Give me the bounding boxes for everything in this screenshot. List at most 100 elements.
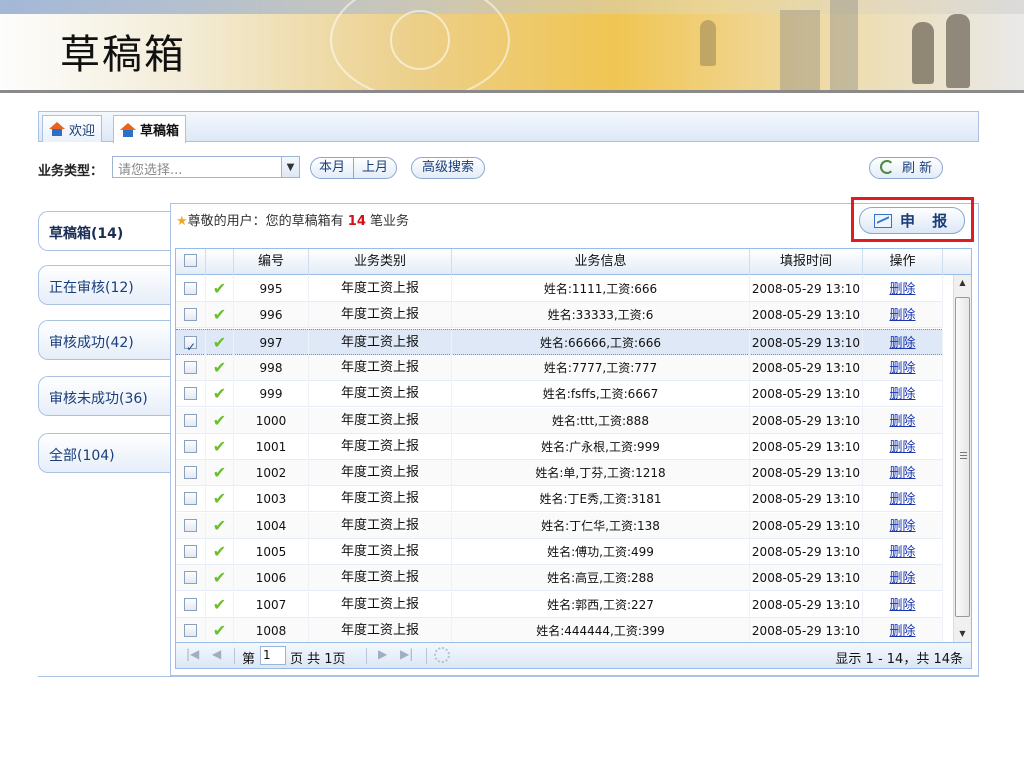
header-action[interactable]: 操作 (863, 249, 943, 275)
table-row[interactable]: ✔ 1002 年度工资上报 姓名:单,丁芬,工资:1218 2008-05-29 13:… (176, 460, 943, 487)
row-checkbox[interactable] (184, 308, 197, 322)
row-checkbox[interactable] (184, 439, 197, 453)
row-action-cell: 删除 (863, 486, 943, 513)
check-mark-icon: ✔ (212, 305, 227, 325)
delete-link[interactable]: 删除 (889, 414, 915, 429)
table-row[interactable]: ✔ 1008 年度工资上报 姓名:444444,工资:399 2008-05-29 13… (176, 617, 943, 644)
row-checkbox[interactable] (184, 334, 197, 356)
check-mark-icon: ✔ (212, 594, 227, 614)
scroll-down-icon[interactable]: ▼ (954, 626, 971, 642)
row-action-cell: 删除 (863, 512, 943, 539)
delete-link[interactable]: 删除 (889, 387, 915, 402)
next-page-icon[interactable]: ▶ (378, 647, 387, 661)
row-checkbox[interactable] (184, 466, 197, 480)
row-select-cell (176, 539, 206, 565)
nav-label: 审核成功(42) (49, 335, 134, 351)
row-checkbox[interactable] (184, 360, 197, 374)
banner-stripe (0, 0, 1024, 14)
row-checkbox[interactable] (184, 545, 197, 558)
row-checkbox[interactable] (184, 413, 197, 427)
table-row[interactable]: ✔ 998 年度工资上报 姓名:7777,工资:777 2008-05-29 13:10… (176, 354, 943, 381)
header-type[interactable]: 业务类别 (309, 249, 452, 275)
header-select-all[interactable] (176, 249, 206, 275)
tab-drafts[interactable]: 草稿箱 (113, 115, 187, 143)
nav-review-failed[interactable]: 审核未成功(36) (38, 376, 170, 416)
row-id-cell: 1003 (234, 486, 309, 513)
nav-under-review[interactable]: 正在审核(12) (38, 265, 170, 305)
delete-link[interactable]: 删除 (889, 440, 915, 455)
draft-count: 14 (347, 214, 366, 229)
delete-link[interactable]: 删除 (889, 466, 915, 481)
page-number-input[interactable]: 1 (260, 646, 286, 665)
row-select-cell (176, 617, 206, 644)
last-page-icon[interactable]: ▶| (400, 647, 413, 661)
table-row[interactable]: ✔ 1006 年度工资上报 姓名:高豆,工资:288 2008-05-29 13:10 删… (176, 565, 943, 592)
delete-link[interactable]: 删除 (889, 571, 915, 586)
row-select-cell (176, 486, 206, 513)
reload-icon[interactable] (434, 647, 450, 663)
delete-link[interactable]: 删除 (889, 545, 915, 560)
row-status-cell: ✔ (206, 565, 234, 592)
table-row[interactable]: ✔ 1005 年度工资上报 姓名:傅功,工资:499 2008-05-29 13:10 删… (176, 539, 943, 565)
row-select-cell (176, 407, 206, 434)
refresh-button[interactable]: 刷 新 (869, 157, 944, 179)
row-select-cell (176, 512, 206, 539)
row-status-cell: ✔ (206, 591, 234, 618)
nav-review-success[interactable]: 审核成功(42) (38, 320, 170, 360)
delete-link[interactable]: 删除 (889, 624, 915, 639)
row-checkbox[interactable] (184, 387, 197, 401)
header-time[interactable]: 填报时间 (750, 249, 863, 275)
vertical-scrollbar[interactable]: ▲ ▼ (953, 275, 971, 642)
table-row[interactable]: ✔ 1007 年度工资上报 姓名:郭西,工资:227 2008-05-29 13:10 删… (176, 591, 943, 618)
select-all-checkbox[interactable] (184, 254, 197, 267)
business-type-label: 业务类型： (38, 164, 104, 179)
header-info[interactable]: 业务信息 (452, 249, 750, 275)
nav-all[interactable]: 全部(104) (38, 433, 170, 473)
table-row[interactable]: ✔ 997年度工资上报姓名:66666,工资:6662008-05-29 13:1… (176, 328, 943, 356)
row-type-cell: 年度工资上报 (309, 433, 452, 460)
header-id[interactable]: 编号 (234, 249, 309, 275)
tab-welcome[interactable]: 欢迎 (42, 115, 103, 142)
row-checkbox[interactable] (184, 597, 197, 611)
nav-drafts[interactable]: 草稿箱(14) (38, 211, 172, 251)
this-month-button[interactable]: 本月 (311, 158, 355, 178)
delete-link[interactable]: 删除 (889, 519, 915, 534)
table-row[interactable]: ✔ 1003 年度工资上报 姓名:丁E秀,工资:3181 2008-05-29 13:1… (176, 486, 943, 513)
delete-link[interactable]: 删除 (889, 598, 915, 613)
table-row[interactable]: ✔ 1000 年度工资上报 姓名:ttt,工资:888 2008-05-29 13:10… (176, 407, 943, 434)
scroll-up-icon[interactable]: ▲ (954, 275, 971, 291)
check-mark-icon: ✔ (212, 515, 227, 535)
row-checkbox[interactable] (184, 623, 197, 637)
banner-figure (912, 22, 934, 84)
row-action-cell: 删除 (863, 302, 943, 329)
delete-link[interactable]: 删除 (889, 308, 915, 323)
row-checkbox[interactable] (184, 518, 197, 532)
scroll-thumb[interactable] (955, 297, 970, 617)
drafts-grid: 编号 业务类别 业务信息 填报时间 操作 ✔ 995 年度工资上报 姓名:1111,工… (175, 248, 972, 669)
delete-link[interactable]: 删除 (889, 361, 915, 376)
advanced-search-label: 高级搜索 (422, 160, 475, 175)
delete-link[interactable]: 删除 (889, 492, 915, 507)
advanced-search-button[interactable]: 高级搜索 (411, 157, 486, 179)
row-checkbox[interactable] (184, 282, 197, 295)
row-status-cell: ✔ (206, 381, 234, 408)
prev-page-icon[interactable]: ◀ (212, 647, 221, 661)
row-time-cell: 2008-05-29 13:10 (750, 512, 863, 539)
table-row[interactable]: ✔ 1004 年度工资上报 姓名:丁仁华,工资:138 2008-05-29 13:10… (176, 512, 943, 539)
row-id-cell: 1002 (234, 460, 309, 487)
row-checkbox[interactable] (184, 571, 197, 585)
delete-link[interactable]: 删除 (889, 336, 915, 351)
check-mark-icon: ✔ (212, 463, 227, 483)
table-row[interactable]: ✔ 996 年度工资上报 姓名:33333,工资:6 2008-05-29 13:10 删… (176, 302, 943, 329)
first-page-icon[interactable]: |◀ (186, 647, 199, 661)
delete-link[interactable]: 删除 (889, 282, 915, 297)
row-select-cell (176, 433, 206, 460)
table-row[interactable]: ✔ 999 年度工资上报 姓名:fsffs,工资:6667 2008-05-29 13:… (176, 381, 943, 408)
business-type-select[interactable]: 请您选择... ▼ (112, 156, 300, 178)
last-month-button[interactable]: 上月 (354, 158, 396, 178)
chevron-down-icon[interactable]: ▼ (281, 157, 299, 177)
table-row[interactable]: ✔ 1001 年度工资上报 姓名:广永根,工资:999 2008-05-29 13:10… (176, 433, 943, 460)
row-checkbox[interactable] (184, 492, 197, 506)
table-row[interactable]: ✔ 995 年度工资上报 姓名:1111,工资:666 2008-05-29 13:10… (176, 276, 943, 302)
row-action-cell: 删除 (863, 407, 943, 434)
